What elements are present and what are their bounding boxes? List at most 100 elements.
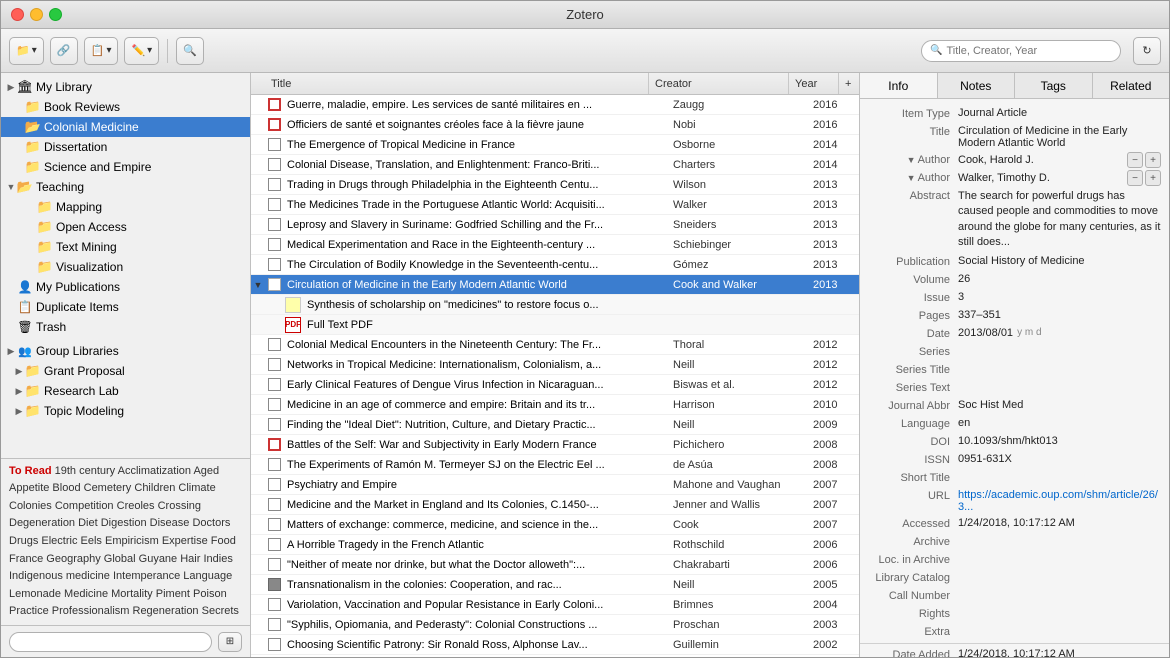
- row-expand[interactable]: ▼: [251, 280, 265, 290]
- tag-practice[interactable]: Practice: [9, 605, 52, 617]
- tag-blood[interactable]: Blood: [52, 482, 83, 494]
- tag-hair[interactable]: Hair: [180, 553, 203, 565]
- tag-19th-century[interactable]: 19th century: [55, 465, 118, 477]
- sidebar-item-mapping[interactable]: 📁 Mapping: [1, 197, 250, 217]
- tag-diet[interactable]: Diet: [78, 517, 101, 529]
- tag-colonies[interactable]: Colonies: [9, 500, 55, 512]
- sidebar-item-duplicate-items[interactable]: 📋 Duplicate Items: [1, 297, 250, 317]
- accessed-value[interactable]: 1/24/2018, 10:17:12 AM: [958, 517, 1161, 529]
- date-value[interactable]: 2013/08/01 y m d: [958, 327, 1161, 339]
- sync-button[interactable]: ↻: [1133, 37, 1161, 65]
- sidebar-item-grant-proposal[interactable]: ▶ 📁 Grant Proposal: [1, 361, 250, 381]
- sidebar-item-colonial-medicine[interactable]: 📂 Colonial Medicine: [1, 117, 250, 137]
- close-button[interactable]: [11, 8, 24, 21]
- tag-guyane[interactable]: Guyane: [139, 553, 181, 565]
- table-row[interactable]: Medicine in an age of commerce and empir…: [251, 395, 859, 415]
- sidebar-item-text-mining[interactable]: 📁 Text Mining: [1, 237, 250, 257]
- tag-professionalism[interactable]: Professionalism: [52, 605, 133, 617]
- table-row[interactable]: Finding the "Ideal Diet": Nutrition, Cul…: [251, 415, 859, 435]
- tag-search-input[interactable]: [16, 636, 205, 648]
- table-row[interactable]: Colonial Disease, Translation, and Enlig…: [251, 155, 859, 175]
- sidebar-item-trash[interactable]: 🗑 Trash: [1, 317, 250, 337]
- tag-france[interactable]: France: [9, 553, 46, 565]
- tag-acclimatization[interactable]: Acclimatization: [118, 465, 194, 477]
- tab-tags[interactable]: Tags: [1015, 73, 1093, 98]
- tag-regeneration[interactable]: Regeneration: [133, 605, 202, 617]
- table-row[interactable]: The Emergence of Tropical Medicine in Fr…: [251, 135, 859, 155]
- new-note-button[interactable]: 📋 ▾: [84, 37, 119, 65]
- author2-name[interactable]: Walker, Timothy D.: [958, 172, 1123, 184]
- sidebar-item-topic-modeling[interactable]: ▶ 📁 Topic Modeling: [1, 401, 250, 421]
- extra-col-header[interactable]: +: [839, 73, 859, 94]
- url-value[interactable]: https://academic.oup.com/shm/article/26/…: [958, 489, 1161, 513]
- sidebar-item-research-lab[interactable]: ▶ 📁 Research Lab: [1, 381, 250, 401]
- tag-crossing[interactable]: Crossing: [158, 500, 201, 512]
- tag-doctors[interactable]: Doctors: [192, 517, 230, 529]
- table-row[interactable]: Choosing Scientific Patrony: Sir Ronald …: [251, 635, 859, 655]
- tag-appetite[interactable]: Appetite: [9, 482, 52, 494]
- table-row[interactable]: Matters of exchange: commerce, medicine,…: [251, 515, 859, 535]
- sidebar-item-my-library[interactable]: ▶ 🏛 My Library: [1, 77, 250, 97]
- table-row[interactable]: Medicine and the Market in England and I…: [251, 495, 859, 515]
- tag-piment[interactable]: Piment: [156, 588, 193, 600]
- table-row[interactable]: Psychiatry and Empire Mahone and Vaughan…: [251, 475, 859, 495]
- tag-indies[interactable]: Indies: [203, 553, 232, 565]
- add-attachment-button[interactable]: 🔗: [50, 37, 78, 65]
- sidebar-item-science-empire[interactable]: 📁 Science and Empire: [1, 157, 250, 177]
- language-value[interactable]: en: [958, 417, 1161, 429]
- tag-indigenous-medicine[interactable]: Indigenous medicine: [9, 570, 113, 582]
- tab-related[interactable]: Related: [1093, 73, 1170, 98]
- table-row[interactable]: Networks in Tropical Medicine: Internati…: [251, 355, 859, 375]
- sidebar-item-visualization[interactable]: 📁 Visualization: [1, 257, 250, 277]
- tag-electric-eels[interactable]: Electric Eels: [41, 535, 105, 547]
- tag-mortality[interactable]: Mortality: [111, 588, 156, 600]
- sidebar-item-open-access[interactable]: 📁 Open Access: [1, 217, 250, 237]
- new-item-button[interactable]: 📁 ▾: [9, 37, 44, 65]
- tag-climate[interactable]: Climate: [178, 482, 215, 494]
- tag-degeneration[interactable]: Degeneration: [9, 517, 78, 529]
- abstract-value[interactable]: The search for powerful drugs has caused…: [958, 189, 1161, 251]
- tag-drugs[interactable]: Drugs: [9, 535, 41, 547]
- table-row[interactable]: Variolation, Vaccination and Popular Res…: [251, 595, 859, 615]
- table-row[interactable]: "Syphilis, Opiomania, and Pederasty": Co…: [251, 615, 859, 635]
- publication-value[interactable]: Social History of Medicine: [958, 255, 1161, 267]
- sidebar-item-dissertation[interactable]: 📁 Dissertation: [1, 137, 250, 157]
- journal-abbr-value[interactable]: Soc Hist Med: [958, 399, 1161, 411]
- sidebar-group-libraries[interactable]: ▶ 👥 Group Libraries: [1, 341, 250, 361]
- search-button[interactable]: 🔍: [176, 37, 204, 65]
- table-row[interactable]: The Medicines Trade in the Portuguese At…: [251, 195, 859, 215]
- table-row[interactable]: Battles of the Self: War and Subjectivit…: [251, 435, 859, 455]
- table-row[interactable]: The Circulation of Bodily Knowledge in t…: [251, 255, 859, 275]
- tag-intemperance[interactable]: Intemperance: [113, 570, 183, 582]
- table-row[interactable]: Guerre, maladie, empire. Les services de…: [251, 95, 859, 115]
- sidebar-item-my-publications[interactable]: 👤 My Publications: [1, 277, 250, 297]
- doi-value[interactable]: 10.1093/shm/hkt013: [958, 435, 1161, 447]
- tag-empiricism[interactable]: Empiricism: [105, 535, 162, 547]
- volume-value[interactable]: 26: [958, 273, 1161, 285]
- title-column-header[interactable]: Title: [265, 73, 649, 94]
- tab-info[interactable]: Info: [860, 73, 938, 98]
- add-item-button[interactable]: ✏️ ▾: [124, 37, 159, 65]
- sidebar-item-teaching[interactable]: ▼ 📂 Teaching: [1, 177, 250, 197]
- search-bar[interactable]: 🔍: [921, 40, 1121, 62]
- tag-medicine[interactable]: Medicine: [64, 588, 111, 600]
- table-row[interactable]: Leprosy and Slavery in Suriname: Godfrie…: [251, 215, 859, 235]
- year-column-header[interactable]: Year: [789, 73, 839, 94]
- tag-digestion[interactable]: Digestion: [101, 517, 150, 529]
- author1-name[interactable]: Cook, Harold J.: [958, 154, 1123, 166]
- table-row[interactable]: A Horrible Tragedy in the French Atlanti…: [251, 535, 859, 555]
- search-input[interactable]: [946, 45, 1112, 57]
- table-row[interactable]: ▼ Circulation of Medicine in the Early M…: [251, 275, 859, 295]
- table-row[interactable]: Madness and Colonization: Psychiatry in …: [251, 655, 859, 657]
- author2-remove-button[interactable]: −: [1127, 170, 1143, 186]
- pages-value[interactable]: 337–351: [958, 309, 1161, 321]
- tag-language[interactable]: Language: [183, 570, 232, 582]
- table-row[interactable]: Trading in Drugs through Philadelphia in…: [251, 175, 859, 195]
- table-row[interactable]: Colonial Medical Encounters in the Ninet…: [251, 335, 859, 355]
- creator-column-header[interactable]: Creator: [649, 73, 789, 94]
- maximize-button[interactable]: [49, 8, 62, 21]
- title-value[interactable]: Circulation of Medicine in the Early Mod…: [958, 125, 1161, 149]
- issn-value[interactable]: 0951-631X: [958, 453, 1161, 465]
- minimize-button[interactable]: [30, 8, 43, 21]
- tag-children[interactable]: Children: [134, 482, 178, 494]
